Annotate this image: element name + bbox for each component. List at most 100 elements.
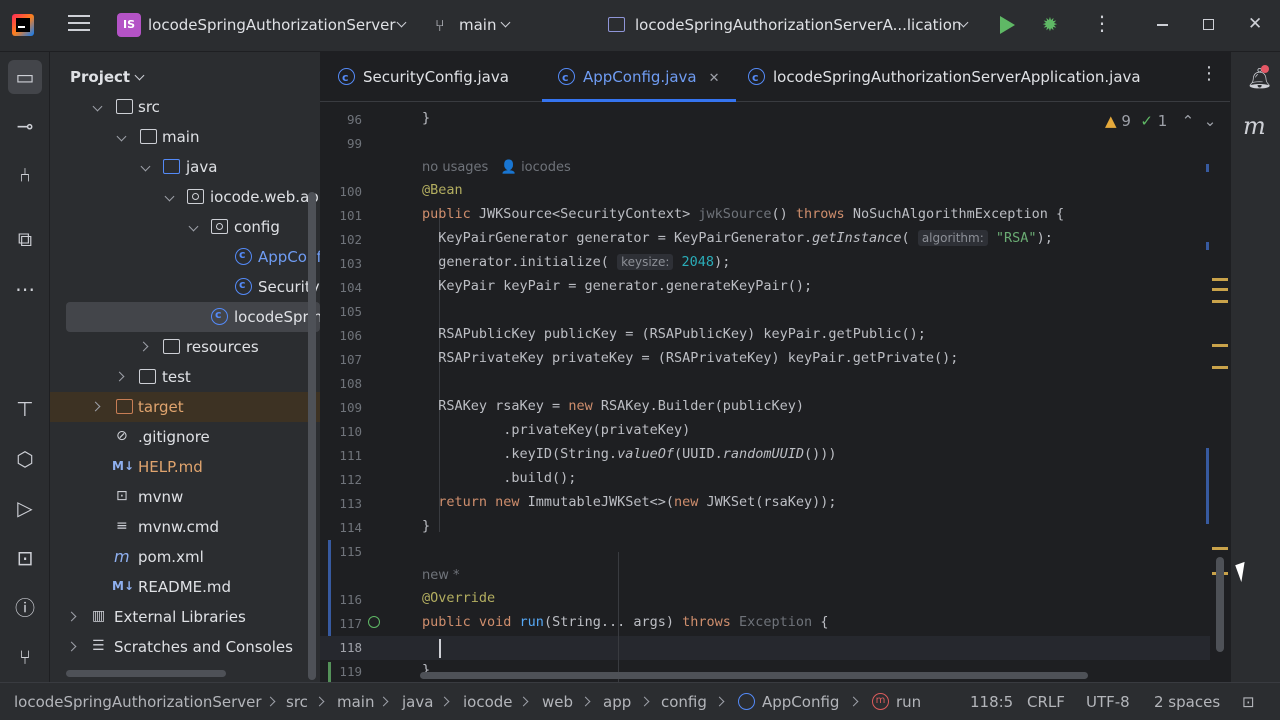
file-encoding[interactable]: UTF-8 bbox=[1086, 693, 1130, 711]
title-bar: IS locodeSpringAuthorizationServer ⑂ mai… bbox=[0, 0, 1280, 52]
tree-item-config[interactable]: config bbox=[50, 212, 320, 242]
editor-scrollbar[interactable] bbox=[1216, 557, 1224, 652]
minimize-icon[interactable] bbox=[1157, 24, 1168, 26]
next-highlight-icon[interactable]: ⌄ bbox=[1204, 112, 1217, 130]
folder-icon bbox=[116, 99, 133, 114]
indent-settings[interactable]: 2 spaces bbox=[1154, 693, 1220, 711]
branch-name[interactable]: main bbox=[459, 16, 496, 34]
breadcrumb-app[interactable]: app bbox=[603, 693, 631, 711]
tree-item-main[interactable]: main bbox=[50, 122, 320, 152]
project-panel: Project src main java iocode.web.app con… bbox=[50, 52, 320, 682]
tree-item-readme[interactable]: M↓ README.md bbox=[50, 572, 320, 602]
previous-highlight-icon[interactable]: ⌃ bbox=[1182, 112, 1195, 130]
cursor-position[interactable]: 118:5 bbox=[970, 693, 1013, 711]
tree-item-scratches[interactable]: ☰ Scratches and Consoles bbox=[50, 632, 320, 662]
tree-item-application[interactable]: locodeSpringAuthorizationServerApplicati… bbox=[66, 300, 320, 332]
run-icon[interactable] bbox=[1000, 16, 1015, 34]
warning-marker[interactable] bbox=[1212, 366, 1228, 369]
inspection-widget[interactable]: ▲ 9 ✓ 1 ⌃ ⌄ bbox=[1105, 112, 1216, 130]
project-folder-icon[interactable]: ▭ bbox=[8, 60, 42, 94]
chevron-down-icon[interactable] bbox=[134, 70, 145, 81]
commit-icon[interactable]: ⊸ bbox=[8, 109, 42, 143]
code-line: KeyPairGenerator generator = KeyPairGene… bbox=[422, 230, 1053, 246]
tree-item-target[interactable]: target bbox=[50, 392, 320, 422]
line-number: 100 bbox=[339, 184, 362, 199]
more-actions-icon[interactable]: ⋮ bbox=[1092, 13, 1112, 33]
warning-marker[interactable] bbox=[1212, 300, 1228, 303]
breadcrumb-project[interactable]: locodeSpringAuthorizationServer bbox=[14, 693, 262, 711]
tab-appconfig[interactable]: AppConfig.java✕ bbox=[542, 52, 736, 103]
debug-icon[interactable]: ✹ bbox=[1042, 14, 1062, 36]
read-only-lock-icon[interactable]: ⊡ bbox=[1242, 693, 1255, 711]
project-scrollbar[interactable] bbox=[308, 192, 316, 680]
build-icon[interactable]: ⊤ bbox=[8, 392, 42, 426]
run-tool-icon[interactable]: ▷ bbox=[8, 491, 42, 525]
warning-marker[interactable] bbox=[1212, 278, 1228, 281]
tree-item-java[interactable]: java bbox=[50, 152, 320, 182]
folder-icon bbox=[116, 399, 133, 414]
tree-item-external-libraries[interactable]: ▥ External Libraries bbox=[50, 602, 320, 632]
tree-item-gitignore[interactable]: ⊘ .gitignore bbox=[50, 422, 320, 452]
implements-method-icon[interactable] bbox=[368, 616, 380, 628]
services-icon[interactable]: ⬡ bbox=[8, 442, 42, 476]
warning-marker[interactable] bbox=[1212, 547, 1228, 550]
line-number: 104 bbox=[339, 280, 362, 295]
project-badge[interactable]: IS bbox=[117, 13, 141, 37]
line-number: 109 bbox=[339, 400, 362, 415]
breadcrumb-java[interactable]: java bbox=[402, 693, 433, 711]
structure-icon[interactable]: ⧉ bbox=[8, 222, 42, 256]
text-file-icon: ≡ bbox=[116, 518, 128, 534]
tree-item-package[interactable]: iocode.web.app bbox=[50, 182, 320, 212]
tree-item-securityconfig[interactable]: SecurityConfig bbox=[50, 270, 320, 302]
git-icon[interactable]: ⑂ bbox=[8, 640, 42, 674]
git-branch-icon[interactable]: ⑂ bbox=[435, 16, 451, 35]
tree-item-appconfig[interactable]: AppConfig bbox=[50, 240, 320, 272]
maven-tool-icon[interactable]: m bbox=[1243, 112, 1266, 140]
warning-marker[interactable] bbox=[1212, 344, 1228, 347]
main-menu-icon[interactable] bbox=[68, 15, 90, 33]
run-config-select[interactable]: locodeSpringAuthorizationServerA...licat… bbox=[635, 16, 961, 34]
chevron-down-icon[interactable] bbox=[396, 17, 407, 28]
tree-item-src[interactable]: src bbox=[50, 92, 320, 122]
class-icon bbox=[235, 270, 252, 300]
tab-application[interactable]: locodeSpringAuthorizationServerApplicati… bbox=[748, 52, 1141, 103]
pull-requests-icon[interactable]: ⑃ bbox=[8, 158, 42, 192]
tab-options-icon[interactable]: ⋮ bbox=[1200, 65, 1218, 83]
maximize-icon[interactable] bbox=[1203, 19, 1214, 30]
author-icon: 👤 bbox=[500, 160, 517, 175]
close-icon[interactable]: ✕ bbox=[1248, 14, 1262, 34]
warning-marker[interactable] bbox=[1212, 288, 1228, 291]
project-horizontal-scrollbar[interactable] bbox=[66, 670, 226, 677]
breadcrumb-src[interactable]: src bbox=[286, 693, 308, 711]
code-line: RSAKey rsaKey = new RSAKey.Builder(publi… bbox=[422, 398, 805, 414]
breadcrumb-iocode[interactable]: iocode bbox=[463, 693, 513, 711]
line-separator[interactable]: CRLF bbox=[1027, 693, 1065, 711]
folder-icon bbox=[139, 369, 156, 384]
tree-item-mvnw-cmd[interactable]: ≡ mvnw.cmd bbox=[50, 512, 320, 542]
more-tools-icon[interactable]: ⋯ bbox=[8, 272, 42, 306]
breadcrumb-config[interactable]: config bbox=[661, 693, 707, 711]
breadcrumb-main[interactable]: main bbox=[337, 693, 374, 711]
chevron-down-icon[interactable] bbox=[500, 17, 511, 28]
tree-item-resources[interactable]: resources bbox=[50, 332, 320, 362]
usages-hint[interactable]: no usages 👤 iocodes bbox=[422, 160, 571, 175]
warning-count: 9 bbox=[1121, 112, 1131, 130]
tree-item-test[interactable]: test bbox=[50, 362, 320, 392]
breadcrumb-appconfig[interactable]: AppConfig bbox=[762, 693, 839, 711]
tab-securityconfig[interactable]: SecurityConfig.java bbox=[338, 52, 509, 103]
project-panel-title[interactable]: Project bbox=[70, 68, 130, 86]
folder-icon bbox=[140, 129, 157, 144]
notifications-icon[interactable]: 🔔︎ bbox=[1247, 65, 1272, 90]
editor-horizontal-scrollbar[interactable] bbox=[420, 672, 1088, 679]
project-name[interactable]: locodeSpringAuthorizationServer bbox=[148, 16, 396, 34]
code-editor[interactable]: SecurityConfig.java AppConfig.java✕ loco… bbox=[320, 52, 1230, 682]
breadcrumb-web[interactable]: web bbox=[542, 693, 573, 711]
tree-item-mvnw[interactable]: ⊡ mvnw bbox=[50, 482, 320, 512]
close-tab-icon[interactable]: ✕ bbox=[709, 71, 720, 86]
breadcrumb-run[interactable]: run bbox=[896, 693, 921, 711]
tree-item-pom[interactable]: m pom.xml bbox=[50, 542, 320, 572]
tree-item-help-md[interactable]: M↓ HELP.md bbox=[50, 452, 320, 482]
author-hint[interactable]: new * bbox=[422, 568, 460, 583]
problems-icon[interactable]: ⓘ bbox=[8, 591, 42, 625]
terminal-icon[interactable]: ⊡ bbox=[8, 541, 42, 575]
